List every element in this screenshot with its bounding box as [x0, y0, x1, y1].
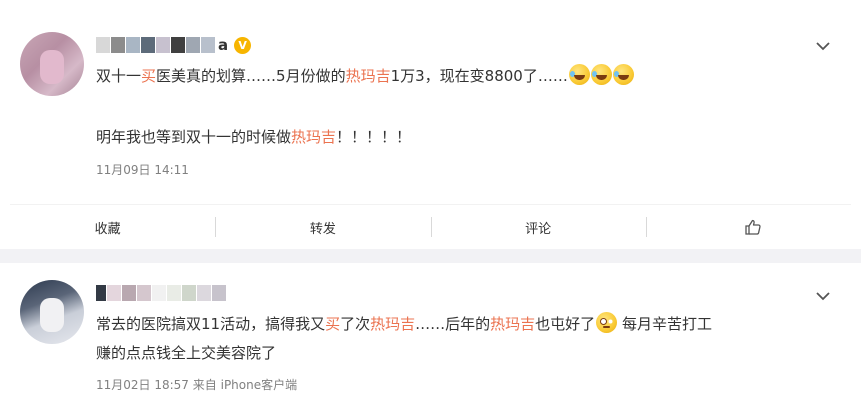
post-text-segment: 明年我也等到双十一的时候做	[96, 128, 292, 146]
post-keyword-highlight[interactable]: 买	[325, 315, 340, 333]
post-keyword-highlight[interactable]: 热玛吉	[490, 315, 535, 333]
post-text-line1: 常去的医院搞双11活动，搞得我又买了次热玛吉……后年的热玛吉也屯好了 每月辛苦打…	[96, 312, 712, 335]
laugh-cry-emoji-icon	[568, 64, 590, 85]
feed-separator	[0, 249, 861, 263]
post-timestamp[interactable]: 11月09日 14:11	[96, 161, 189, 178]
post-text-segment: 常去的医院搞双11活动，搞得我又	[96, 315, 326, 333]
username[interactable]: a V	[96, 36, 252, 54]
weibo-post: a V 双十一买医美真的划算……5月份做的热玛吉1万3，现在变8800了…… 明…	[0, 0, 861, 204]
repost-button[interactable]: 转发	[215, 205, 430, 249]
post-timestamp[interactable]: 11月02日 18:57	[96, 378, 189, 392]
post-keyword-highlight[interactable]: 热玛吉	[291, 128, 336, 146]
post-text-segment: 1万3，现在变8800了……	[390, 67, 568, 85]
post-text-segment: ！！！！！	[336, 128, 412, 146]
post-text-segment: 每月辛苦打工	[617, 315, 712, 333]
like-button[interactable]	[645, 205, 861, 249]
chevron-down-icon[interactable]	[815, 288, 831, 304]
post-text-segment: 双十一	[96, 67, 142, 85]
comment-button[interactable]: 评论	[430, 205, 646, 249]
username[interactable]	[96, 284, 229, 302]
post-source[interactable]: iPhone客户端	[221, 378, 298, 392]
weibo-post: 常去的医院搞双11活动，搞得我又买了次热玛吉……后年的热玛吉也屯好了 每月辛苦打…	[0, 268, 861, 408]
post-text-segment: 医美真的划算……5月份做的	[156, 67, 346, 85]
action-bar: 收藏 转发 评论	[0, 205, 861, 249]
avatar[interactable]	[20, 32, 84, 96]
post-text-line1: 双十一买医美真的划算……5月份做的热玛吉1万3，现在变8800了……	[96, 64, 634, 87]
post-meta: 11月02日 18:57 来自 iPhone客户端	[96, 376, 297, 393]
avatar[interactable]	[20, 280, 84, 344]
laugh-cry-emoji-icon	[590, 64, 612, 85]
post-text-line2: 赚的点点钱全上交美容院了	[96, 344, 277, 362]
post-keyword-highlight[interactable]: 热玛吉	[346, 67, 391, 85]
post-text-segment: ……后年的	[415, 315, 491, 333]
post-text-segment: 也屯好了	[535, 315, 596, 333]
eye-roll-emoji-icon	[596, 312, 618, 333]
chevron-down-icon[interactable]	[815, 38, 831, 54]
laugh-cry-emoji-icon	[612, 64, 634, 85]
post-text-line2: 明年我也等到双十一的时候做热玛吉！！！！！	[96, 126, 411, 148]
post-keyword-highlight[interactable]: 买	[141, 67, 156, 85]
username-visible: a	[218, 36, 229, 54]
source-prefix: 来自	[192, 378, 217, 392]
post-keyword-highlight[interactable]: 热玛吉	[370, 315, 415, 333]
thumbs-up-icon	[745, 219, 761, 235]
vip-verified-icon: V	[234, 36, 252, 54]
favorite-button[interactable]: 收藏	[0, 205, 215, 249]
post-text-segment: 了次	[340, 315, 371, 333]
